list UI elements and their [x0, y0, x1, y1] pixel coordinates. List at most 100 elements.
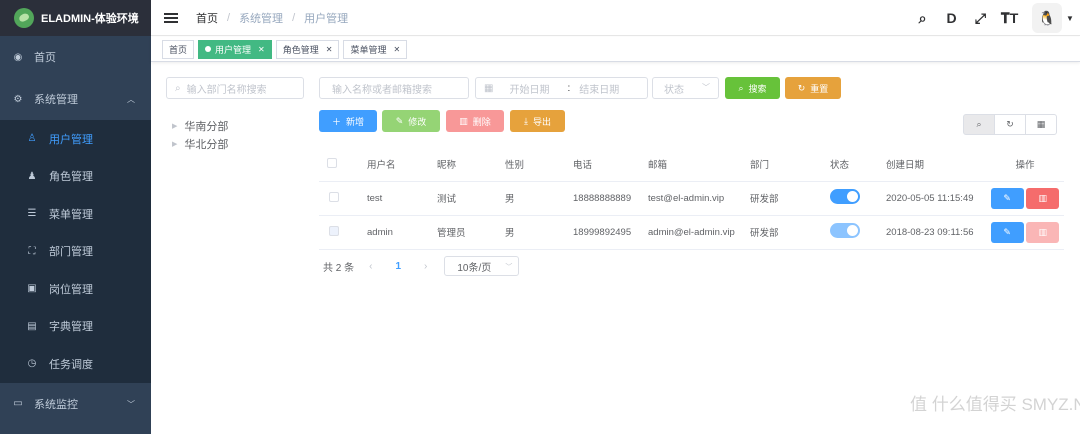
cell-phone: 18888888889 [573, 181, 648, 216]
select-all-checkbox[interactable] [327, 157, 337, 168]
export-button[interactable]: ⤓ 导出 [510, 110, 565, 132]
sidebar-item-posts[interactable]: ▣ 岗位管理 [0, 270, 151, 308]
avatar[interactable]: 🐧 [1032, 3, 1062, 33]
cell-phone: 18999892495 [573, 215, 648, 250]
gear-icon: ⚙ [13, 93, 23, 105]
column-header: 邮箱 [648, 148, 750, 182]
caret-right-icon[interactable]: ▶ [172, 140, 177, 148]
search-button[interactable]: ⌕ 搜索 [725, 77, 780, 99]
close-icon[interactable]: ✕ [258, 45, 265, 54]
tag-home[interactable]: 首页 [162, 39, 195, 59]
sidebar-item-label: 用户管理 [49, 133, 93, 146]
column-header: 部门 [750, 148, 830, 182]
tags-view: 首页 用户管理 ✕ 角色管理 ✕ 菜单管理 ✕ [151, 37, 1080, 62]
tag-users[interactable]: 用户管理 ✕ [198, 39, 272, 59]
dept-icon: ⛶ [28, 245, 36, 257]
tag-roles[interactable]: 角色管理 ✕ [275, 39, 340, 59]
chevron-left-icon[interactable]: ‹ [369, 261, 372, 272]
dashboard-icon: ◉ [13, 51, 23, 63]
close-icon[interactable]: ✕ [326, 45, 333, 54]
user-search-placeholder: 输入名称或者邮箱搜索 [332, 84, 432, 96]
status-switch [830, 223, 860, 238]
page-size-value: 10条/页 [457, 262, 492, 274]
app-logo[interactable]: ELADMIN-体验环境 [0, 0, 151, 36]
sidebar-item-users[interactable]: ♙ 用户管理 [0, 120, 151, 158]
edit-button[interactable]: ✎ 修改 [382, 110, 440, 132]
export-button-label: 导出 [532, 116, 551, 127]
sidebar-item-label: 任务调度 [49, 358, 93, 371]
add-button-label: 新增 [346, 116, 365, 127]
row-edit-button[interactable]: ✎ [990, 187, 1024, 209]
sidebar-item-home[interactable]: ◉ 首页 [0, 36, 151, 78]
end-date-placeholder: 结束日期 [579, 84, 620, 96]
delete-button[interactable]: ▥ 删除 [446, 110, 504, 132]
tag-menus[interactable]: 菜单管理 ✕ [343, 39, 408, 59]
status-switch[interactable] [830, 189, 860, 204]
row-delete-button: ▥ [1026, 221, 1060, 243]
breadcrumb-item-users: 用户管理 [304, 12, 349, 25]
refresh-icon[interactable]: ↻ [994, 114, 1026, 135]
sidebar-item-label: 部门管理 [49, 246, 93, 259]
search-button-label: 搜索 [748, 83, 767, 94]
font-size-icon[interactable]: 𝐓T [995, 10, 1024, 27]
user-icon: ♙ [27, 133, 37, 145]
status-select[interactable]: 状态 ﹀ [652, 77, 719, 99]
cell-actions: ✎ ▥ [986, 181, 1064, 216]
download-icon: ⤓ [524, 115, 528, 126]
delete-button-label: 删除 [472, 116, 491, 127]
sidebar-item-monitor[interactable]: ▭ 系统监控 ﹀ [0, 383, 151, 425]
date-range-picker[interactable]: ▦ 开始日期 : 结束日期 [475, 77, 648, 99]
search-icon[interactable]: ⌕ [908, 10, 937, 27]
column-header: 用户名 [367, 148, 437, 182]
sidebar-item-label: 字典管理 [49, 321, 93, 334]
trash-icon: ▥ [459, 115, 468, 126]
cell-actions: ✎ ▥ [986, 215, 1064, 250]
hamburger-icon[interactable] [164, 11, 178, 25]
sidebar-item-system[interactable]: ⚙ 系统管理 ︿ [0, 78, 151, 120]
pagination: 共 2 条 ‹ 1 › 10条/页 ﹀ [323, 256, 520, 276]
close-icon[interactable]: ✕ [393, 45, 400, 54]
sidebar-item-depts[interactable]: ⛶ 部门管理 [0, 233, 151, 271]
caret-down-icon[interactable]: ▼ [1066, 14, 1080, 23]
chevron-right-icon[interactable]: › [424, 261, 427, 272]
sidebar-item-dicts[interactable]: ▤ 字典管理 [0, 308, 151, 346]
page-size-select[interactable]: 10条/页 ﹀ [444, 256, 520, 276]
page-number[interactable]: 1 [395, 261, 401, 272]
start-date-placeholder: 开始日期 [509, 84, 550, 96]
navbar-actions: ⌕ D ⤢ 𝐓T 🐧 ▼ [908, 0, 1080, 36]
dept-search-input[interactable]: ⌕ 输入部门名称搜索 [166, 77, 304, 99]
post-icon: ▣ [27, 283, 37, 295]
column-header: 性别 [505, 148, 573, 182]
dept-search-placeholder: 输入部门名称搜索 [186, 84, 267, 96]
tree-node[interactable]: ▶ 华北分部 [172, 135, 228, 153]
table-row: admin 管理员 男 18999892495 admin@el-admin.v… [319, 215, 1064, 250]
tree-node[interactable]: ▶ 华南分部 [172, 117, 228, 135]
cell-gender: 男 [505, 181, 573, 216]
edit-icon: ✎ [395, 115, 404, 126]
plus-icon: ＋ [331, 116, 341, 127]
cell-created: 2018-08-23 09:11:56 [886, 215, 986, 250]
sidebar-item-label: 菜单管理 [49, 208, 93, 221]
fullscreen-icon[interactable]: ⤢ [966, 10, 995, 27]
row-checkbox[interactable] [329, 191, 339, 202]
reset-button[interactable]: ↻ 重置 [785, 77, 841, 99]
row-delete-button[interactable]: ▥ [1026, 187, 1060, 209]
chevron-down-icon: ﹀ [702, 83, 710, 92]
sidebar-item-roles[interactable]: ♟ 角色管理 [0, 158, 151, 196]
cell-nickname: 管理员 [437, 215, 505, 250]
trash-icon: ▥ [1038, 226, 1048, 237]
columns-icon[interactable]: ▦ [1025, 114, 1057, 135]
user-search-input[interactable]: 输入名称或者邮箱搜索 [319, 77, 469, 99]
edit-button-label: 修改 [408, 116, 427, 127]
timer-icon: ◷ [27, 358, 37, 370]
breadcrumb-item-home[interactable]: 首页 [196, 10, 218, 26]
row-edit-button[interactable]: ✎ [990, 221, 1024, 243]
column-header: 昵称 [437, 148, 505, 182]
add-button[interactable]: ＋ 新增 [319, 110, 377, 132]
cell-nickname: 测试 [437, 181, 505, 216]
sidebar-item-menus[interactable]: ☰ 菜单管理 [0, 195, 151, 233]
doc-icon[interactable]: D [937, 10, 966, 26]
sidebar-item-jobs[interactable]: ◷ 任务调度 [0, 345, 151, 383]
search-toggle-icon[interactable]: ⌕ [963, 114, 995, 135]
caret-right-icon[interactable]: ▶ [172, 122, 177, 130]
